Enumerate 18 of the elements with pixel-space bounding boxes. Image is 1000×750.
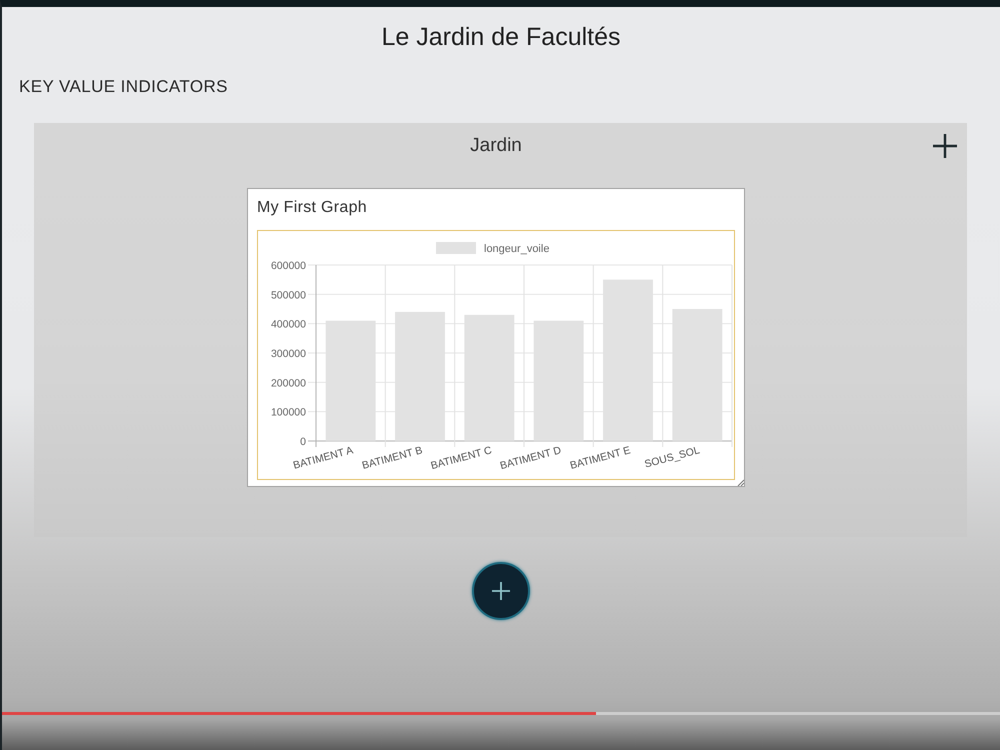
section-title: KEY VALUE INDICATORS [19, 77, 228, 97]
y-tick-label: 200000 [270, 377, 306, 390]
y-tick-label: 0 [300, 436, 306, 448]
add-button[interactable] [472, 562, 530, 620]
legend-label: longeur_voile [484, 243, 550, 255]
y-tick-label: 600000 [270, 260, 306, 272]
y-tick-label: 500000 [270, 289, 306, 302]
resize-handle-icon[interactable] [737, 479, 744, 486]
plus-icon [492, 582, 510, 600]
y-tick-label: 300000 [270, 348, 306, 360]
panel-title: Jardin [470, 135, 522, 157]
page-title: Le Jardin de Facultés [381, 23, 621, 51]
y-tick-label: 100000 [270, 406, 306, 419]
card-title: My First Graph [257, 199, 367, 216]
video-progress-track[interactable] [2, 712, 1000, 715]
plus-icon [932, 133, 958, 159]
add-button[interactable] [932, 133, 958, 159]
y-tick-label: 400000 [270, 318, 306, 331]
